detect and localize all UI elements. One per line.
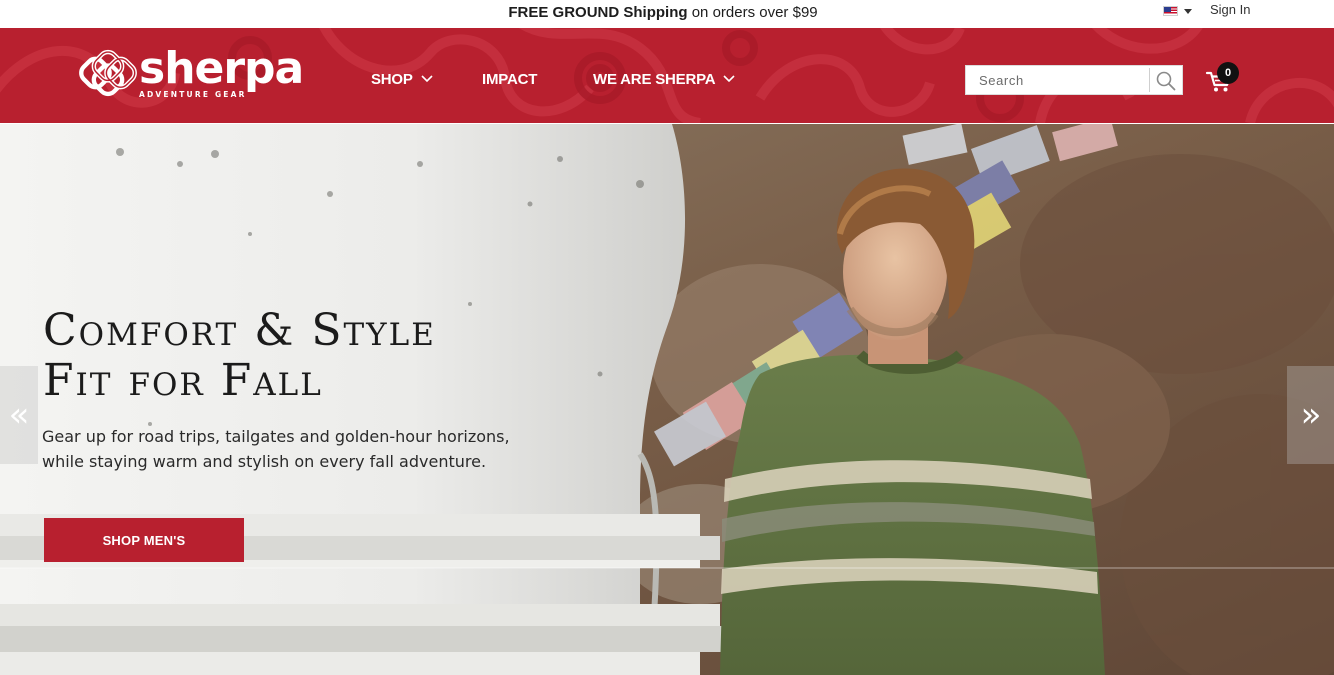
nav-shop[interactable]: SHOP [371, 69, 433, 89]
us-flag-icon [1163, 6, 1178, 16]
search-icon[interactable] [1154, 69, 1178, 93]
promo-bold: FREE GROUND Shipping [508, 4, 688, 21]
search-box [965, 65, 1183, 95]
shop-mens-button[interactable]: SHOP MEN'S [44, 518, 244, 562]
nav-impact[interactable]: IMPACT [482, 69, 537, 89]
logo-wordmark: sherpa [139, 43, 304, 94]
hero-description-line-1: Gear up for road trips, tailgates and go… [42, 427, 510, 446]
hero-title-line-2: Fit for Fall [43, 355, 323, 406]
hero-description-line-2: while staying warm and stylish on every … [42, 452, 487, 471]
chevron-down-icon [723, 75, 735, 83]
shipping-promo: FREE GROUND Shipping on orders over $99 [0, 4, 1326, 21]
caret-down-icon [1184, 8, 1192, 14]
promo-bar: FREE GROUND Shipping on orders over $99 … [0, 0, 1334, 28]
nav-we-are-sherpa-label: WE ARE SHERPA [593, 70, 716, 88]
double-chevron-left-icon: « [8, 395, 30, 435]
endless-knot-icon [79, 49, 137, 97]
nav-impact-label: IMPACT [482, 70, 538, 88]
search-input[interactable] [966, 66, 1149, 94]
hero-title-line-1: Comfort & Style [43, 305, 436, 356]
chevron-down-icon [421, 75, 433, 83]
sign-in-link[interactable]: Sign In [1210, 2, 1250, 17]
country-selector[interactable] [1163, 6, 1192, 16]
promo-rest: on orders over $99 [687, 4, 818, 21]
hero-title: Comfort & Style Fit for Fall [43, 306, 436, 406]
sherpa-logo[interactable]: sherpa ADVENTURE GEAR [79, 43, 304, 102]
hero-banner: Comfort & Style Fit for Fall Gear up for… [0, 124, 1334, 675]
carousel-prev-button[interactable]: « [0, 366, 38, 464]
logo-tagline: ADVENTURE GEAR [139, 90, 247, 99]
nav-shop-label: SHOP [371, 70, 413, 88]
site-header: sherpa ADVENTURE GEAR SHOP IMPACT WE ARE… [0, 28, 1334, 123]
double-chevron-right-icon: » [1300, 395, 1322, 435]
carousel-next-button[interactable]: » [1287, 366, 1334, 464]
nav-we-are-sherpa[interactable]: WE ARE SHERPA [593, 69, 735, 89]
hero-description: Gear up for road trips, tailgates and go… [42, 424, 522, 474]
cart-count-badge: 0 [1217, 62, 1239, 84]
search-divider [1149, 68, 1150, 92]
